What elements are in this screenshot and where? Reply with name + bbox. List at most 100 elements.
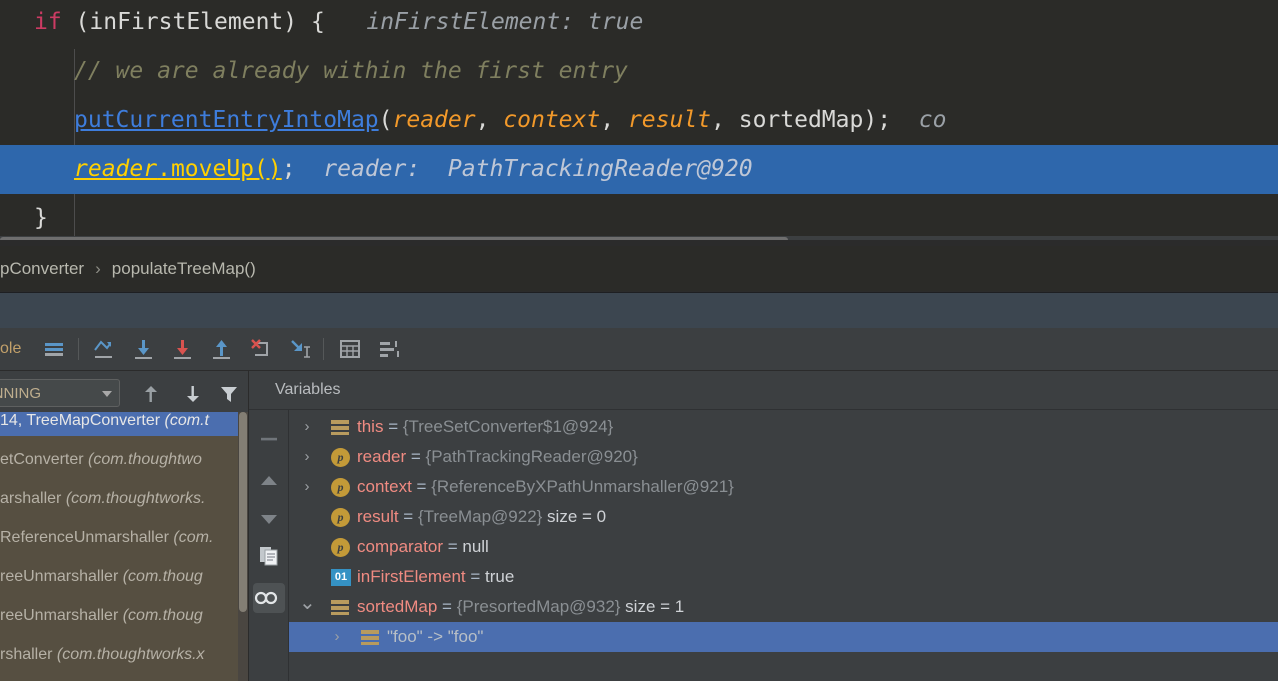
var-context[interactable]: › p context = {ReferenceByXPathUnmarshalle… xyxy=(289,472,1278,502)
frames-vertical-scrollbar[interactable] xyxy=(238,412,248,681)
scrollbar-thumb[interactable] xyxy=(0,237,788,240)
variables-side-toolbar[interactable] xyxy=(249,371,289,681)
breadcrumb-item[interactable]: populateTreeMap() xyxy=(112,259,256,278)
var-result[interactable]: p result = {TreeMap@922} size = 0 xyxy=(289,502,1278,532)
chevron-right-icon[interactable]: › xyxy=(299,472,315,502)
variable-text: context = {ReferenceByXPathUnmarshaller@… xyxy=(357,472,734,502)
show-execution-point-icon[interactable] xyxy=(42,337,66,361)
var-comparator[interactable]: p comparator = null xyxy=(289,532,1278,562)
editor-horizontal-scrollbar[interactable] xyxy=(0,236,1278,240)
frame-row[interactable]: reeUnmarshaller (com.thoug xyxy=(0,601,238,631)
variable-name: sortedMap xyxy=(357,597,438,616)
breadcrumb-item[interactable]: pConverter xyxy=(0,259,84,278)
step-out-icon[interactable] xyxy=(210,337,234,361)
frame-package: (com.thoughtwo xyxy=(88,451,202,468)
code-token[interactable]: .moveUp() xyxy=(157,156,282,182)
variable-name: this xyxy=(357,417,384,436)
move-up-icon[interactable] xyxy=(256,468,282,494)
remove-watch-icon[interactable] xyxy=(256,426,282,452)
code-line-line-if[interactable]: if (inFirstElement) { inFirstElement: tr… xyxy=(0,0,1278,47)
code-token: reader xyxy=(74,156,158,182)
frame-row[interactable]: etConverter (com.thoughtwo xyxy=(0,445,238,475)
frames-list[interactable]: 14, TreeMapConverter (com.t etConverter (… xyxy=(0,412,238,681)
step-over-icon[interactable] xyxy=(92,337,116,361)
console-tab-label[interactable]: ole xyxy=(0,328,21,370)
equals-sign: = xyxy=(437,597,457,616)
step-into-icon[interactable] xyxy=(132,337,156,361)
frame-row[interactable]: 14, TreeMapConverter (com.t xyxy=(0,412,238,436)
variable-text: "foo" -> "foo" xyxy=(387,622,483,652)
breadcrumb[interactable]: pConverter › populateTreeMap() xyxy=(0,246,1278,291)
drop-frame-icon[interactable] xyxy=(249,337,273,361)
chevron-right-icon[interactable]: › xyxy=(299,442,315,472)
arrow-up-icon[interactable] xyxy=(140,383,162,405)
inspect-icon[interactable] xyxy=(253,583,285,613)
thread-state-dropdown[interactable]: RUNNING xyxy=(0,379,120,407)
field-icon xyxy=(331,418,349,436)
variable-name: reader xyxy=(357,447,407,466)
variable-text: comparator = null xyxy=(357,532,489,562)
code-token[interactable]: putCurrentEntryIntoMap xyxy=(74,107,379,133)
chevron-right-icon[interactable]: › xyxy=(299,412,315,442)
settings-icon[interactable] xyxy=(377,337,401,361)
frame-row[interactable]: rshaller (com.thoughtworks.x xyxy=(0,640,238,670)
code-token: result xyxy=(627,107,712,133)
parameter-icon: p xyxy=(331,508,350,527)
chevron-down-icon[interactable]: ⌄ xyxy=(299,592,316,622)
var-this[interactable]: › this = {TreeSetConverter$1@924} xyxy=(289,412,1278,442)
variable-name: result xyxy=(357,507,399,526)
code-line-line-close[interactable]: } xyxy=(0,194,1278,240)
frame-row[interactable]: reeUnmarshaller (com.thoug xyxy=(0,562,238,592)
variable-extra: size = 0 xyxy=(542,507,607,526)
var-infirstelement[interactable]: 01 inFirstElement = true xyxy=(289,562,1278,592)
equals-sign: = xyxy=(383,417,403,436)
parameter-icon: p xyxy=(331,478,350,497)
frames-panel[interactable]: RUNNING 14, TreeMapConverter (com.t etCon… xyxy=(0,371,248,681)
force-step-into-icon[interactable] xyxy=(171,337,195,361)
inline-debug-hint: co xyxy=(891,107,947,133)
variables-tree[interactable]: › this = {TreeSetConverter$1@924} › p reader… xyxy=(289,410,1278,681)
code-line-line-comment[interactable]: // we are already within the first entry xyxy=(0,47,1278,96)
frame-package: (com. xyxy=(173,529,214,546)
variable-extra: "foo" -> "foo" xyxy=(387,627,484,646)
equals-sign: = xyxy=(406,447,426,466)
copy-value-icon[interactable] xyxy=(256,543,282,569)
var-reader[interactable]: › p reader = {PathTrackingReader@920} xyxy=(289,442,1278,472)
variable-text: result = {TreeMap@922} size = 0 xyxy=(357,502,606,532)
code-editor[interactable]: if (inFirstElement) { inFirstElement: tr… xyxy=(0,0,1278,240)
evaluate-expression-icon[interactable] xyxy=(338,337,362,361)
run-to-cursor-icon[interactable] xyxy=(288,337,312,361)
frame-name: reeUnmarshaller xyxy=(0,607,123,624)
primitive-icon: 01 xyxy=(331,569,351,586)
frame-row[interactable]: ReferenceUnmarshaller (com. xyxy=(0,523,238,553)
code-line-line-call[interactable]: putCurrentEntryIntoMap(reader, context , … xyxy=(0,96,1278,145)
var-foo-entry[interactable]: › "foo" -> "foo" xyxy=(289,622,1278,652)
variable-extra: size = 1 xyxy=(620,597,685,616)
variable-extra: true xyxy=(485,567,515,586)
equals-sign: = xyxy=(465,567,486,586)
variable-value: {TreeMap@922} xyxy=(417,507,543,526)
move-down-icon[interactable] xyxy=(256,506,282,532)
code-line-line-moveup[interactable]: reader.moveUp(); reader: PathTrackingRea… xyxy=(0,145,1278,194)
debugger-toolbar[interactable]: ole xyxy=(0,328,1278,371)
field-icon xyxy=(361,628,379,646)
frame-name: etConverter xyxy=(0,451,89,468)
filter-icon[interactable] xyxy=(218,383,240,405)
scrollbar-thumb[interactable] xyxy=(239,412,247,612)
arrow-down-icon[interactable] xyxy=(182,383,204,405)
field-icon xyxy=(331,598,349,616)
code-token: // we are already within the first entry xyxy=(74,58,628,84)
frame-name: ReferenceUnmarshaller xyxy=(0,529,174,546)
variable-value: {ReferenceByXPathUnmarshaller@921} xyxy=(431,477,734,496)
variables-header: Variables xyxy=(249,371,1278,410)
chevron-right-icon[interactable]: › xyxy=(329,622,345,652)
inline-debug-hint: inFirstElement: true xyxy=(324,9,644,35)
frame-name: reeUnmarshaller xyxy=(0,568,123,585)
frame-row[interactable]: arshaller (com.thoughtworks. xyxy=(0,484,238,514)
breadcrumb-separator-icon: › xyxy=(95,259,101,278)
frame-package: (com.t xyxy=(164,412,209,429)
var-sortedmap[interactable]: ⌄ sortedMap = {PresortedMap@932} size = 1 xyxy=(289,592,1278,622)
variable-extra: null xyxy=(462,537,489,556)
equals-sign: = xyxy=(398,507,418,526)
code-token: , xyxy=(600,107,628,133)
